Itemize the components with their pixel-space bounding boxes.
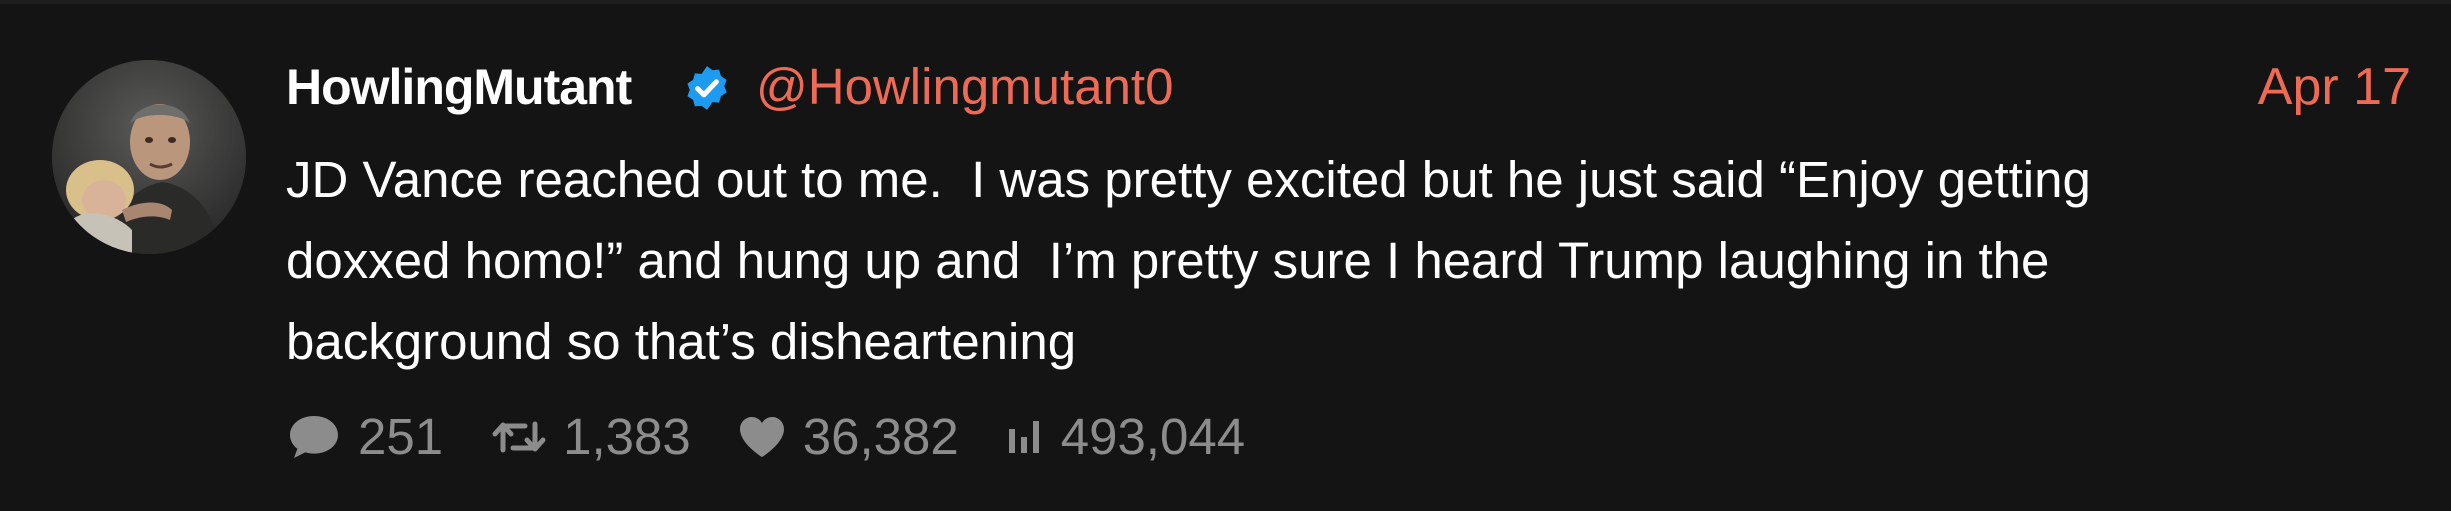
retweet-button[interactable]: 1,383 — [491, 404, 691, 470]
tweet-text-line: JD Vance reached out to me. I was pretty… — [286, 151, 2091, 208]
retweet-arrows-icon — [492, 421, 546, 453]
speech-bubble-icon — [290, 416, 338, 458]
reply-count: 251 — [358, 408, 444, 465]
author-display-name[interactable]: HowlingMutant — [286, 54, 632, 120]
tweet-text: JD Vance reached out to me. I was pretty… — [286, 139, 2416, 382]
tweet-date[interactable]: Apr 17 — [2258, 54, 2411, 120]
like-count: 36,382 — [802, 408, 959, 465]
author-handle[interactable]: @Howlingmutant0 — [756, 54, 1173, 120]
retweet-count: 1,383 — [563, 408, 691, 465]
avatar-photo — [52, 60, 246, 254]
tweet-stats-bar: 251 1,383 36,382 493,044 — [286, 402, 1245, 472]
reply-button[interactable]: 251 — [286, 404, 443, 470]
tweet-text-line: doxxed homo!” and hung up and I’m pretty… — [286, 232, 2050, 289]
bar-chart-icon — [1008, 421, 1039, 453]
view-count: 493,044 — [1060, 408, 1246, 465]
heart-icon — [739, 417, 784, 457]
avatar[interactable] — [52, 60, 246, 254]
views-button[interactable]: 493,044 — [1005, 404, 1245, 470]
tweet-text-line: background so that’s disheartening — [286, 313, 1077, 370]
tweet-header: HowlingMutant @Howlingmutant0 Apr 17 — [286, 54, 2411, 124]
verified-badge-icon — [687, 66, 727, 110]
like-button[interactable]: 36,382 — [737, 404, 959, 470]
tweet-card: HowlingMutant @Howlingmutant0 Apr 17 JD … — [0, 0, 2451, 511]
